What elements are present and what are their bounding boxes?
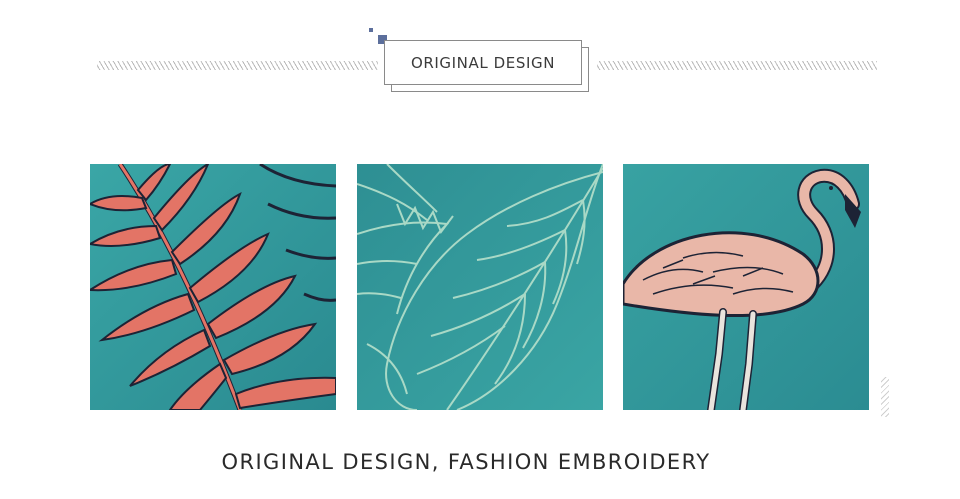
section-title: ORIGINAL DESIGN — [410, 53, 556, 72]
decorative-hatch-mark — [881, 377, 889, 417]
hatched-rule-left — [97, 61, 378, 70]
title-frame: ORIGINAL DESIGN — [384, 40, 582, 85]
hatched-rule-right — [597, 61, 877, 70]
palm-leaf-embroidery-photo — [90, 164, 336, 410]
decorative-square-small — [369, 28, 373, 32]
monstera-leaf-embroidery-photo — [357, 164, 603, 410]
caption-text: ORIGINAL DESIGN, FASHION EMBROIDERY — [221, 450, 711, 474]
flamingo-embroidery-photo — [623, 164, 869, 410]
